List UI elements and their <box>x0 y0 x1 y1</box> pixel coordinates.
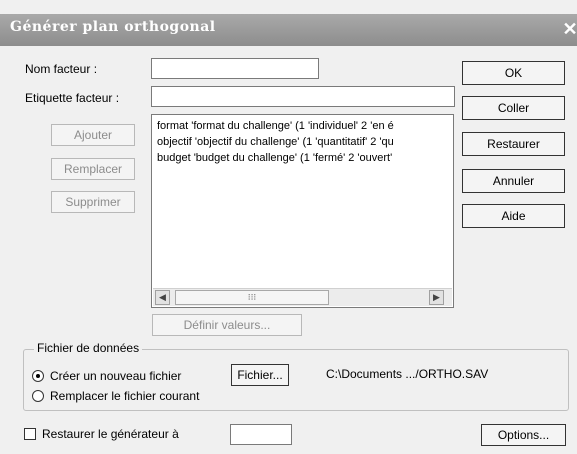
factor-label-input[interactable] <box>151 86 455 107</box>
add-button[interactable]: Ajouter <box>51 124 135 146</box>
horizontal-scrollbar[interactable]: ◀ ⁝⁝⁝ ▶ <box>153 288 452 306</box>
scrollbar-thumb[interactable]: ⁝⁝⁝ <box>175 290 329 305</box>
replace-button[interactable]: Remplacer <box>51 158 135 180</box>
list-item[interactable]: objectif 'objectif du challenge' (1 'qua… <box>157 136 394 148</box>
options-button[interactable]: Options... <box>481 424 566 446</box>
dialog-window: Générer plan orthogonal ✕ Nom facteur : … <box>0 0 577 454</box>
restore-generator-label[interactable]: Restaurer le générateur à <box>42 427 179 441</box>
close-icon[interactable]: ✕ <box>559 18 577 40</box>
replace-current-file-label[interactable]: Remplacer le fichier courant <box>50 389 199 403</box>
paste-button[interactable]: Coller <box>462 96 565 120</box>
create-new-file-label[interactable]: Créer un nouveau fichier <box>50 369 181 383</box>
factor-label-label: Etiquette facteur : <box>25 91 120 105</box>
scroll-right-icon[interactable]: ▶ <box>429 290 444 305</box>
scroll-left-icon[interactable]: ◀ <box>155 290 170 305</box>
data-file-group-label: Fichier de données <box>34 341 143 355</box>
ok-button[interactable]: OK <box>462 61 565 85</box>
title-bar[interactable]: Générer plan orthogonal ✕ <box>0 14 577 46</box>
window-title: Générer plan orthogonal <box>10 19 216 35</box>
list-item[interactable]: format 'format du challenge' (1 'individ… <box>157 120 394 132</box>
factor-name-label: Nom facteur : <box>25 62 98 76</box>
restore-generator-checkbox[interactable] <box>24 428 36 440</box>
list-item[interactable]: budget 'budget du challenge' (1 'fermé' … <box>157 152 392 164</box>
replace-current-file-radio[interactable] <box>32 390 44 402</box>
cancel-button[interactable]: Annuler <box>462 169 565 193</box>
create-new-file-radio[interactable] <box>32 370 44 382</box>
restore-generator-input[interactable] <box>230 424 292 445</box>
factor-name-input[interactable] <box>151 58 319 79</box>
file-button[interactable]: Fichier... <box>231 364 289 386</box>
define-values-button[interactable]: Définir valeurs... <box>152 314 302 336</box>
factors-listbox[interactable]: format 'format du challenge' (1 'individ… <box>151 114 454 308</box>
delete-button[interactable]: Supprimer <box>51 191 135 213</box>
help-button[interactable]: Aide <box>462 204 565 228</box>
radio-selected-dot <box>36 374 40 378</box>
data-file-path: C:\Documents .../ORTHO.SAV <box>326 367 489 381</box>
restore-button[interactable]: Restaurer <box>462 132 565 156</box>
